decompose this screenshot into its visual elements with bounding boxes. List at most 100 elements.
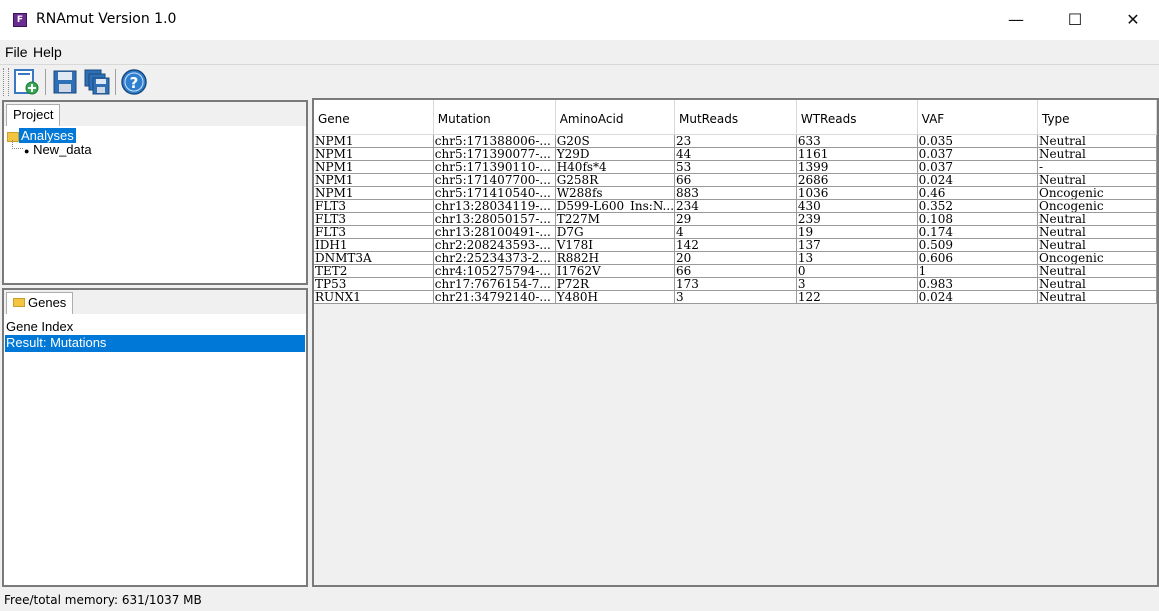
save-icon[interactable] [51, 68, 79, 96]
cell-wtreads[interactable]: 1399 [796, 160, 918, 174]
cell-gene[interactable]: NPM1 [314, 147, 434, 161]
cell-type[interactable]: Neutral [1037, 147, 1157, 161]
cell-wtreads[interactable]: 19 [796, 225, 918, 239]
cell-type[interactable]: Oncogenic [1037, 251, 1157, 265]
cell-type[interactable]: Neutral [1037, 277, 1157, 291]
cell-gene[interactable]: IDH1 [314, 238, 434, 252]
cell-gene[interactable]: NPM1 [314, 160, 434, 174]
cell-vaf[interactable]: 0.46 [917, 186, 1038, 200]
cell-vaf[interactable]: 0.352 [917, 199, 1038, 213]
cell-vaf[interactable]: 0.606 [917, 251, 1038, 265]
menu-help[interactable]: Help [33, 44, 62, 60]
cell-mutreads[interactable]: 4 [674, 225, 797, 239]
cell-aminoacid[interactable]: I1762V [555, 264, 676, 278]
cell-type[interactable]: Neutral [1037, 212, 1157, 226]
cell-type[interactable]: Neutral [1037, 173, 1157, 187]
maximize-button[interactable]: ☐ [1046, 0, 1104, 40]
menu-file[interactable]: File [5, 44, 28, 60]
cell-mutreads[interactable]: 173 [674, 277, 797, 291]
cell-mutreads[interactable]: 66 [674, 173, 797, 187]
cell-type[interactable]: Neutral [1037, 264, 1157, 278]
cell-type[interactable]: Neutral [1037, 225, 1157, 239]
cell-gene[interactable]: TP53 [314, 277, 434, 291]
col-header-type[interactable]: Type [1037, 100, 1157, 135]
cell-vaf[interactable]: 1 [917, 264, 1038, 278]
table-row[interactable]: TET2 chr4:105275794-... I1762V 66 0 1 Neutral [314, 264, 1157, 278]
cell-vaf[interactable]: 0.174 [917, 225, 1038, 239]
save-all-icon[interactable] [83, 68, 111, 96]
table-row[interactable]: NPM1 chr5:171410540-... W288fs 883 1036 0.46 O… [314, 186, 1157, 200]
table-row[interactable]: NPM1 chr5:171390110-... H40fs*4 53 1399 0.037… [314, 160, 1157, 174]
cell-mutation[interactable]: chr5:171410540-... [433, 186, 556, 200]
cell-type[interactable]: - [1037, 160, 1157, 174]
new-document-icon[interactable] [12, 68, 40, 96]
cell-gene[interactable]: NPM1 [314, 134, 434, 148]
cell-gene[interactable]: NPM1 [314, 173, 434, 187]
table-row[interactable]: NPM1 chr5:171388006-... G20S 23 633 0.035 Neut… [314, 134, 1157, 148]
cell-aminoacid[interactable]: V178I [555, 238, 676, 252]
genes-item-gene-index[interactable]: Gene Index [6, 319, 73, 334]
cell-aminoacid[interactable]: G258R [555, 173, 676, 187]
cell-mutreads[interactable]: 20 [674, 251, 797, 265]
cell-vaf[interactable]: 0.983 [917, 277, 1038, 291]
cell-mutation[interactable]: chr5:171390110-... [433, 160, 556, 174]
cell-vaf[interactable]: 0.108 [917, 212, 1038, 226]
cell-wtreads[interactable]: 13 [796, 251, 918, 265]
cell-aminoacid[interactable]: T227M [555, 212, 676, 226]
tab-genes[interactable]: Genes [6, 292, 74, 314]
cell-mutation[interactable]: chr2:25234373-2... [433, 251, 556, 265]
cell-gene[interactable]: FLT3 [314, 199, 434, 213]
cell-aminoacid[interactable]: D599-L600_Ins:N... [555, 199, 676, 213]
cell-type[interactable]: Neutral [1037, 238, 1157, 252]
cell-gene[interactable]: RUNX1 [314, 290, 434, 304]
col-header-gene[interactable]: Gene [314, 100, 434, 135]
cell-wtreads[interactable]: 122 [796, 290, 918, 304]
cell-gene[interactable]: FLT3 [314, 225, 434, 239]
cell-wtreads[interactable]: 1036 [796, 186, 918, 200]
cell-mutation[interactable]: chr5:171388006-... [433, 134, 556, 148]
cell-aminoacid[interactable]: W288fs [555, 186, 676, 200]
cell-mutreads[interactable]: 3 [674, 290, 797, 304]
col-header-mutation[interactable]: Mutation [433, 100, 556, 135]
table-row[interactable]: DNMT3A chr2:25234373-2... R882H 20 13 0.606 On… [314, 251, 1157, 265]
tree-item-new-data[interactable]: ● New_data [24, 142, 92, 157]
cell-wtreads[interactable]: 633 [796, 134, 918, 148]
cell-aminoacid[interactable]: G20S [555, 134, 676, 148]
col-header-vaf[interactable]: VAF [917, 100, 1038, 135]
cell-mutation[interactable]: chr13:28050157-... [433, 212, 556, 226]
genes-item-result-mutations[interactable]: Result: Mutations [5, 335, 305, 352]
cell-aminoacid[interactable]: Y29D [555, 147, 676, 161]
cell-aminoacid[interactable]: D7G [555, 225, 676, 239]
cell-vaf[interactable]: 0.509 [917, 238, 1038, 252]
table-row[interactable]: FLT3 chr13:28034119-... D599-L600_Ins:N...… [314, 199, 1157, 213]
col-header-aminoacid[interactable]: AminoAcid [555, 100, 676, 135]
cell-type[interactable]: Oncogenic [1037, 199, 1157, 213]
cell-aminoacid[interactable]: P72R [555, 277, 676, 291]
cell-mutreads[interactable]: 142 [674, 238, 797, 252]
table-row[interactable]: IDH1 chr2:208243593-... V178I 142 137 0.509 Ne… [314, 238, 1157, 252]
col-header-wtreads[interactable]: WTReads [796, 100, 918, 135]
cell-mutation[interactable]: chr13:28034119-... [433, 199, 556, 213]
cell-vaf[interactable]: 0.037 [917, 147, 1038, 161]
cell-mutreads[interactable]: 44 [674, 147, 797, 161]
table-row[interactable]: FLT3 chr13:28050157-... T227M 29 239 0.108 Neu… [314, 212, 1157, 226]
cell-mutation[interactable]: chr5:171407700-... [433, 173, 556, 187]
cell-mutation[interactable]: chr21:34792140-... [433, 290, 556, 304]
cell-mutreads[interactable]: 53 [674, 160, 797, 174]
close-button[interactable]: ✕ [1104, 0, 1159, 40]
cell-mutreads[interactable]: 66 [674, 264, 797, 278]
toolbar-grip[interactable] [3, 68, 9, 96]
cell-vaf[interactable]: 0.035 [917, 134, 1038, 148]
cell-mutation[interactable]: chr2:208243593-... [433, 238, 556, 252]
cell-gene[interactable]: FLT3 [314, 212, 434, 226]
minimize-button[interactable]: — [987, 0, 1045, 40]
cell-wtreads[interactable]: 0 [796, 264, 918, 278]
cell-type[interactable]: Neutral [1037, 134, 1157, 148]
cell-wtreads[interactable]: 137 [796, 238, 918, 252]
cell-wtreads[interactable]: 430 [796, 199, 918, 213]
cell-wtreads[interactable]: 3 [796, 277, 918, 291]
cell-type[interactable]: Oncogenic [1037, 186, 1157, 200]
cell-wtreads[interactable]: 2686 [796, 173, 918, 187]
cell-gene[interactable]: NPM1 [314, 186, 434, 200]
cell-vaf[interactable]: 0.037 [917, 160, 1038, 174]
